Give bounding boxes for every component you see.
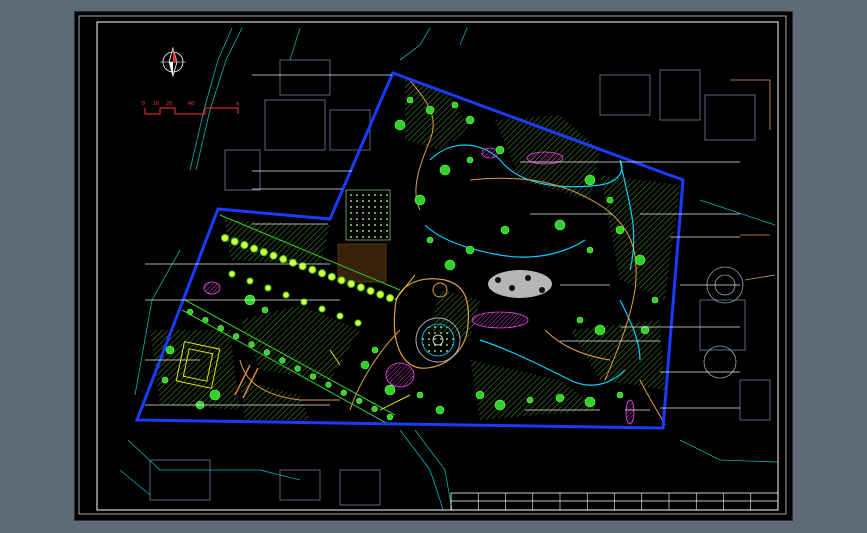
tree-symbol [371,405,378,413]
scale-tick-40: 40 [188,101,194,107]
tree-symbol [282,291,290,299]
tree-symbol [576,316,584,324]
tree-symbol [309,373,317,380]
tree-symbol [386,413,394,421]
tree-symbol [495,145,505,155]
tree-symbol [414,194,426,206]
tree-symbol [444,259,456,271]
tree-symbol [325,381,332,388]
tree-symbol [451,101,459,109]
tree-symbol [634,254,646,266]
site-plan-drawing: 0 10 20 40 m [78,15,787,515]
tree-symbol [228,270,236,278]
tree-symbol [308,265,317,274]
tree-symbol [615,225,625,235]
tree-symbol [426,236,434,244]
tree-symbol [475,390,485,400]
context-buildings-orange [730,79,776,281]
tree-symbol [246,277,254,285]
tree-symbol [360,360,370,370]
tree-symbol [465,115,475,125]
context-roundabout [703,266,744,379]
tree-symbol [259,248,268,257]
tree-symbol [165,345,175,355]
tree-symbol [371,346,379,354]
scale-bar [144,107,239,115]
tree-symbol [248,341,255,348]
tree-symbol [161,376,169,384]
tree-symbol [586,246,594,254]
tree-symbol [394,119,406,131]
orchard-grid-top [345,189,391,241]
tree-symbol [466,156,474,164]
tree-symbol [526,396,534,404]
scale-unit: m [236,101,239,107]
rock-garden [488,270,552,298]
tree-symbol [606,196,614,204]
tree-symbol [594,324,606,336]
tree-symbol [240,241,249,250]
tree-symbol [337,276,346,285]
tree-symbol [354,319,362,327]
tree-symbol [584,396,596,408]
scale-tick-10: 10 [153,101,159,107]
tree-symbol [494,399,506,411]
tree-symbol [294,365,301,372]
tree-symbol [439,164,451,176]
tree-symbol [318,269,327,278]
north-arrow-icon [160,46,186,78]
tree-symbol [465,245,475,255]
tree-symbol [288,258,297,267]
tree-symbol [347,279,356,288]
tree-symbol [264,284,272,292]
tree-symbol [221,234,229,242]
tree-symbol [261,306,269,314]
tree-symbol [384,384,396,396]
tree-symbol [356,283,365,292]
tree-symbol [376,290,385,299]
scale-tick-20: 20 [166,101,172,107]
title-block-cells [477,493,752,510]
tree-symbol [230,237,239,246]
tree-symbol [233,333,240,340]
orchard-grid-bottom [337,243,387,283]
tree-symbol [279,357,286,364]
tree-symbol [406,96,414,104]
tree-symbol [366,286,375,295]
tree-symbol [584,174,596,186]
tree-symbol [279,255,288,264]
tree-symbol [425,105,435,115]
tree-symbol [263,349,271,356]
tree-symbol [416,391,424,399]
tree-symbol [318,305,326,313]
tree-symbol [651,296,659,304]
tree-symbol [250,244,259,253]
tree-symbol [500,225,510,235]
tree-symbol [386,294,394,302]
lawn-areas [150,78,680,420]
tree-symbol [336,312,344,320]
tree-symbol [340,389,347,396]
tree-symbol [327,272,336,281]
tree-symbol [356,397,363,404]
tree-symbol [616,391,624,399]
tree-symbol [269,251,278,260]
tree-symbol [555,393,565,403]
scale-tick-0: 0 [142,101,145,107]
tree-symbol [554,219,566,231]
tree-symbol [209,389,221,401]
tree-symbol [435,405,445,415]
